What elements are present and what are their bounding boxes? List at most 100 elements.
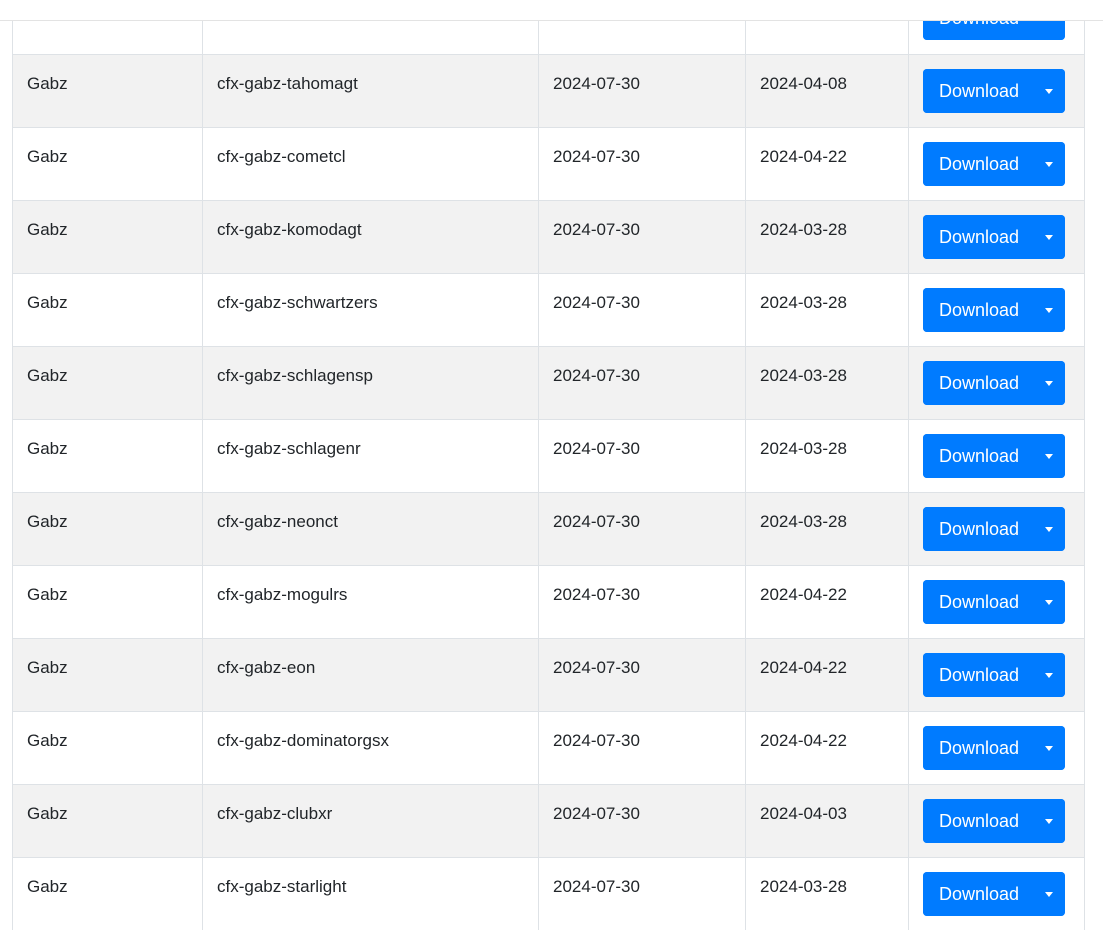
resource-name-cell: cfx-gabz-starlight xyxy=(202,857,539,930)
header-edge xyxy=(0,0,1103,21)
date-cell: 2024-03-28 xyxy=(745,200,909,274)
resource-name-cell: cfx-gabz-neonct xyxy=(202,492,539,566)
table-row: Gabz cfx-gabz-komodagt 2024-07-30 2024-0… xyxy=(12,200,1085,274)
date-text: 2024-07-30 xyxy=(553,585,640,604)
caret-down-icon xyxy=(1045,162,1054,167)
download-button-group: Download xyxy=(923,361,1066,405)
date-cell: 2024-07-30 xyxy=(538,200,746,274)
download-dropdown-toggle[interactable] xyxy=(1033,142,1066,186)
table-row: Gabz cfx-gabz-starlight 2024-07-30 2024-… xyxy=(12,857,1085,930)
table-row: Gabz cfx-gabz-clubxr 2024-07-30 2024-04-… xyxy=(12,784,1085,858)
action-cell: Download xyxy=(908,711,1085,785)
scrollbar[interactable] xyxy=(1089,20,1103,930)
date-cell: 2024-07-30 xyxy=(538,127,746,201)
author-text: Gabz xyxy=(27,877,68,896)
date-text: 2024-07-30 xyxy=(553,439,640,458)
files-table: Download Gabz cfx-gabz-tahomagt 2024-07-… xyxy=(12,0,1085,930)
table-row: Gabz cfx-gabz-schwartzers 2024-07-30 202… xyxy=(12,273,1085,347)
resource-name-text: cfx-gabz-mogulrs xyxy=(217,585,348,604)
resource-name-cell: cfx-gabz-tahomagt xyxy=(202,54,539,128)
caret-down-icon xyxy=(1045,673,1054,678)
date-text: 2024-07-30 xyxy=(553,366,640,385)
caret-down-icon xyxy=(1045,892,1054,897)
resource-name-text: cfx-gabz-schlagenr xyxy=(217,439,361,458)
download-dropdown-toggle[interactable] xyxy=(1033,215,1066,259)
download-dropdown-toggle[interactable] xyxy=(1033,361,1066,405)
download-button-group: Download xyxy=(923,434,1066,478)
date-cell: 2024-04-22 xyxy=(745,638,909,712)
author-cell: Gabz xyxy=(12,565,203,639)
resource-name-cell: cfx-gabz-eon xyxy=(202,638,539,712)
download-dropdown-toggle[interactable] xyxy=(1033,580,1066,624)
date-text: 2024-04-22 xyxy=(760,731,847,750)
author-cell: Gabz xyxy=(12,273,203,347)
action-cell: Download xyxy=(908,200,1085,274)
action-cell: Download xyxy=(908,492,1085,566)
download-button[interactable]: Download xyxy=(923,653,1034,697)
download-button[interactable]: Download xyxy=(923,288,1034,332)
download-button[interactable]: Download xyxy=(923,507,1034,551)
action-cell: Download xyxy=(908,419,1085,493)
page: Download Gabz cfx-gabz-tahomagt 2024-07-… xyxy=(0,0,1103,930)
download-dropdown-toggle[interactable] xyxy=(1033,726,1066,770)
author-text: Gabz xyxy=(27,220,68,239)
date-cell: 2024-04-03 xyxy=(745,784,909,858)
download-dropdown-toggle[interactable] xyxy=(1033,799,1066,843)
caret-down-icon xyxy=(1045,381,1054,386)
resource-name-text: cfx-gabz-tahomagt xyxy=(217,74,358,93)
resource-name-text: cfx-gabz-neonct xyxy=(217,512,338,531)
action-cell: Download xyxy=(908,784,1085,858)
action-cell: Download xyxy=(908,346,1085,420)
download-button[interactable]: Download xyxy=(923,872,1034,916)
date-text: 2024-07-30 xyxy=(553,147,640,166)
author-cell: Gabz xyxy=(12,200,203,274)
author-cell: Gabz xyxy=(12,346,203,420)
author-text: Gabz xyxy=(27,147,68,166)
download-dropdown-toggle[interactable] xyxy=(1033,653,1066,697)
download-button[interactable]: Download xyxy=(923,69,1034,113)
download-dropdown-toggle[interactable] xyxy=(1033,434,1066,478)
download-button[interactable]: Download xyxy=(923,726,1034,770)
resource-name-cell: cfx-gabz-dominatorgsx xyxy=(202,711,539,785)
table-row: Gabz cfx-gabz-neonct 2024-07-30 2024-03-… xyxy=(12,492,1085,566)
resource-name-cell: cfx-gabz-schlagenr xyxy=(202,419,539,493)
author-cell: Gabz xyxy=(12,857,203,930)
download-button[interactable]: Download xyxy=(923,799,1034,843)
download-dropdown-toggle[interactable] xyxy=(1033,69,1066,113)
date-text: 2024-07-30 xyxy=(553,512,640,531)
author-cell: Gabz xyxy=(12,127,203,201)
date-text: 2024-03-28 xyxy=(760,512,847,531)
date-cell: 2024-03-28 xyxy=(745,419,909,493)
resource-name-text: cfx-gabz-schlagensp xyxy=(217,366,373,385)
author-text: Gabz xyxy=(27,585,68,604)
date-text: 2024-03-28 xyxy=(760,220,847,239)
caret-down-icon xyxy=(1045,235,1054,240)
caret-down-icon xyxy=(1045,308,1054,313)
author-cell: Gabz xyxy=(12,711,203,785)
date-cell: 2024-04-22 xyxy=(745,565,909,639)
author-cell: Gabz xyxy=(12,784,203,858)
download-dropdown-toggle[interactable] xyxy=(1033,288,1066,332)
date-text: 2024-07-30 xyxy=(553,804,640,823)
download-button[interactable]: Download xyxy=(923,580,1034,624)
resource-name-text: cfx-gabz-dominatorgsx xyxy=(217,731,389,750)
date-text: 2024-04-22 xyxy=(760,658,847,677)
download-button[interactable]: Download xyxy=(923,215,1034,259)
date-cell: 2024-03-28 xyxy=(745,492,909,566)
date-cell: 2024-04-08 xyxy=(745,54,909,128)
download-dropdown-toggle[interactable] xyxy=(1033,507,1066,551)
download-button[interactable]: Download xyxy=(923,361,1034,405)
download-button[interactable]: Download xyxy=(923,142,1034,186)
date-text: 2024-04-08 xyxy=(760,74,847,93)
download-button[interactable]: Download xyxy=(923,434,1034,478)
download-dropdown-toggle[interactable] xyxy=(1033,872,1066,916)
date-text: 2024-07-30 xyxy=(553,731,640,750)
table-row: Gabz cfx-gabz-schlagensp 2024-07-30 2024… xyxy=(12,346,1085,420)
action-cell: Download xyxy=(908,857,1085,930)
caret-down-icon xyxy=(1045,819,1054,824)
date-cell: 2024-03-28 xyxy=(745,346,909,420)
date-text: 2024-03-28 xyxy=(760,877,847,896)
table-row: Gabz cfx-gabz-eon 2024-07-30 2024-04-22 … xyxy=(12,638,1085,712)
resource-name-text: cfx-gabz-komodagt xyxy=(217,220,362,239)
resource-name-text: cfx-gabz-eon xyxy=(217,658,316,677)
